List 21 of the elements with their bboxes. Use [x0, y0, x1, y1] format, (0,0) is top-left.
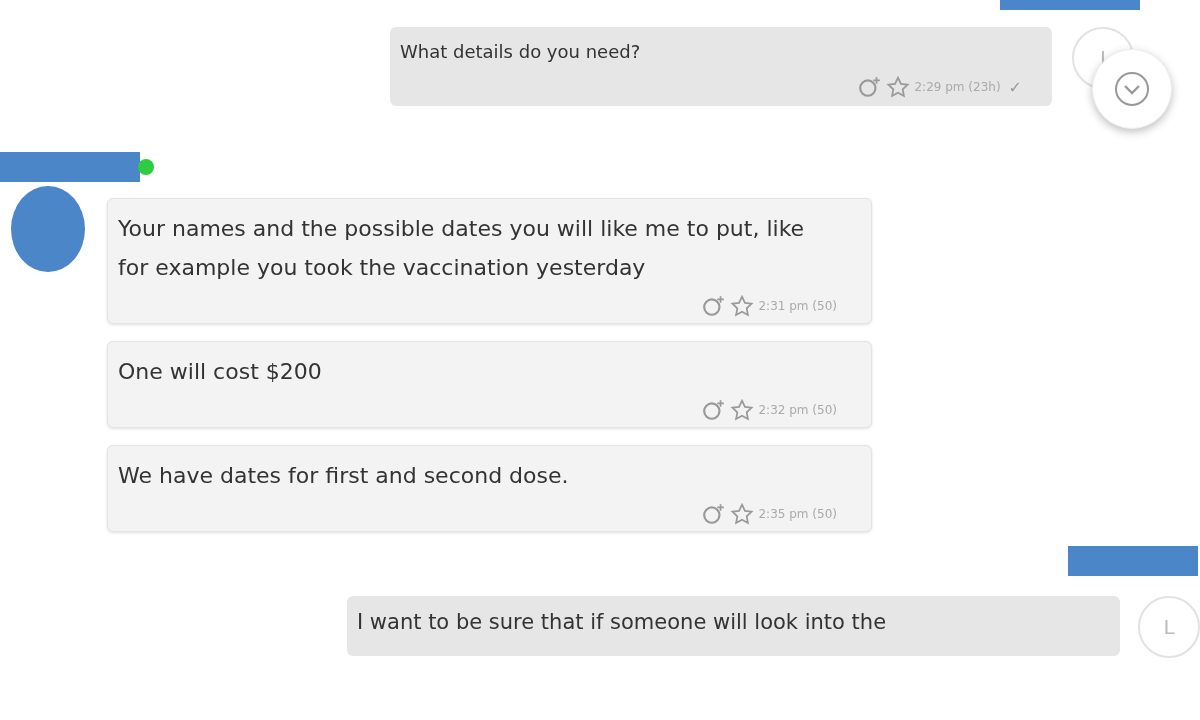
chevron-down-icon	[1112, 69, 1152, 109]
star-icon[interactable]	[730, 503, 755, 525]
message-text: What details do you need?	[400, 41, 642, 62]
message-time: 2:32 pm (50)	[758, 403, 837, 417]
message-time: 2:29 pm (23h)	[914, 80, 1001, 94]
star-icon[interactable]	[886, 76, 911, 98]
message-text: One will cost $200	[118, 358, 323, 386]
read-receipt: ✓	[1008, 77, 1022, 97]
message-text: Your names and the possible dates you will like me to put, like for example you took the vaccination yesterday	[118, 215, 806, 282]
add-reaction-icon[interactable]	[702, 503, 727, 525]
add-reaction-icon[interactable]	[858, 76, 883, 98]
message-text: We have dates for first and second dose.	[118, 462, 570, 490]
star-icon[interactable]	[730, 295, 755, 317]
message-time: 2:31 pm (50)	[758, 299, 837, 313]
message-time: 2:35 pm (50)	[758, 507, 837, 521]
scroll-down-button[interactable]	[1092, 49, 1172, 129]
add-reaction-icon[interactable]	[702, 295, 727, 317]
avatar: L	[1138, 596, 1200, 658]
add-reaction-icon[interactable]	[702, 399, 727, 421]
star-icon[interactable]	[730, 399, 755, 421]
message-text: I want to be sure that if someone will look into the	[357, 610, 888, 634]
